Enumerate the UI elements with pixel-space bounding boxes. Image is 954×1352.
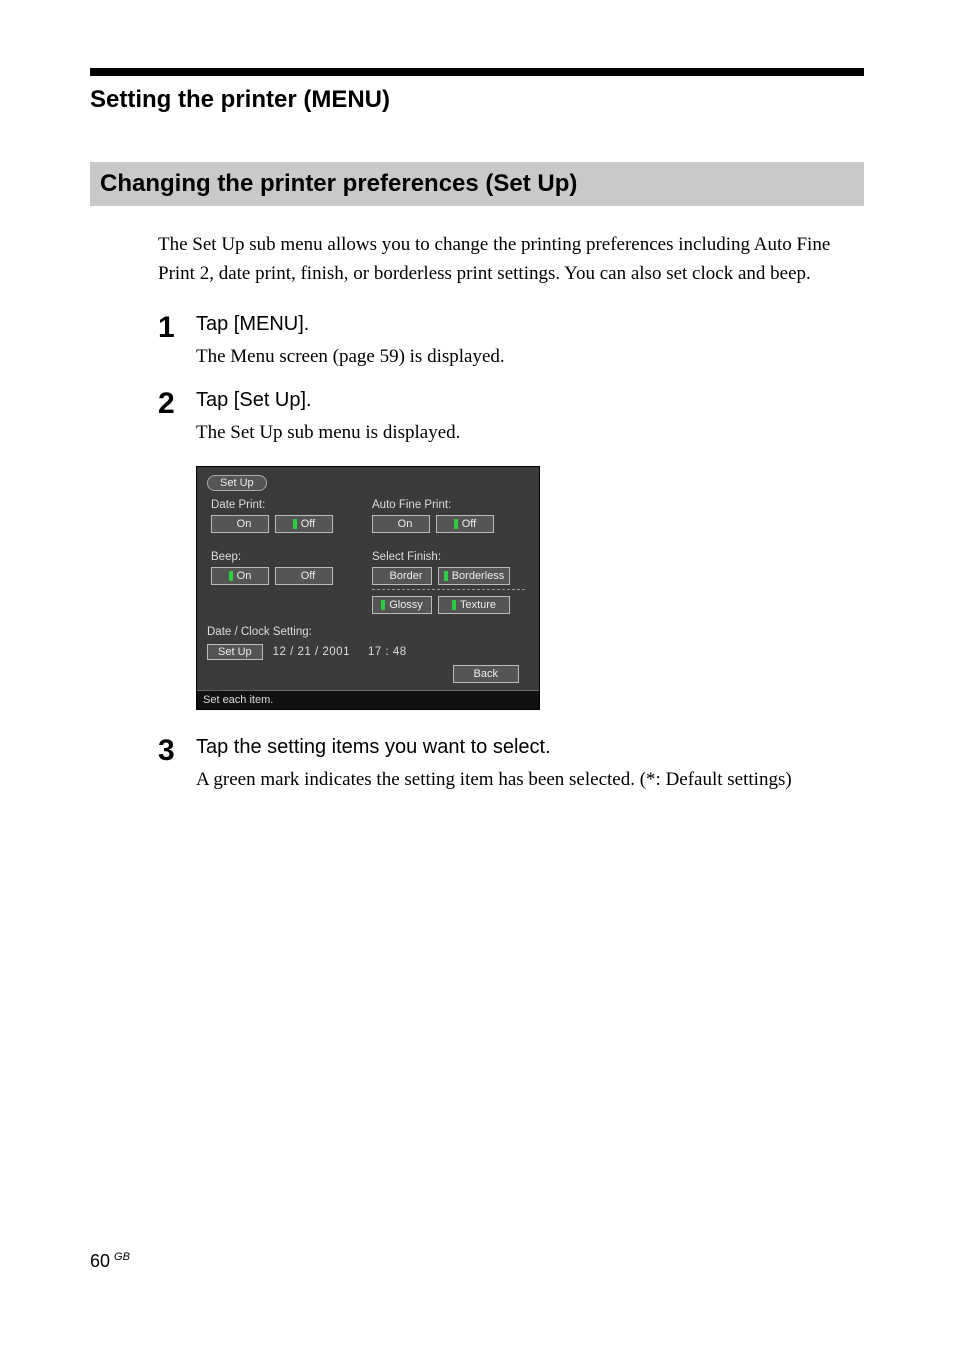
back-button[interactable]: Back	[453, 665, 519, 683]
step-title: Tap [MENU].	[196, 313, 864, 336]
setup-screen: Set Up Date Print: On Off Auto Fine Prin…	[196, 466, 540, 710]
beep-off-button[interactable]: Off	[275, 567, 333, 585]
step-desc: The Set Up sub menu is displayed.	[196, 418, 864, 447]
section-title: Changing the printer preferences (Set Up…	[100, 170, 854, 198]
auto-fine-on-button[interactable]: On	[372, 515, 430, 533]
button-label: On	[398, 518, 413, 530]
date-clock-setup-button[interactable]: Set Up	[207, 644, 263, 660]
step-number: 1	[158, 313, 196, 371]
button-label: Off	[462, 518, 476, 530]
auto-fine-off-button[interactable]: Off	[436, 515, 494, 533]
border-button[interactable]: Border	[372, 567, 432, 585]
step-desc: A green mark indicates the setting item …	[196, 765, 864, 794]
date-print-on-button[interactable]: On	[211, 515, 269, 533]
page-number: 60	[90, 1251, 110, 1271]
date-clock-label: Date / Clock Setting:	[207, 626, 529, 638]
top-rule	[90, 68, 864, 76]
step-number: 3	[158, 736, 196, 794]
button-label: Border	[389, 570, 422, 582]
beep-label: Beep:	[211, 551, 364, 563]
step-desc: The Menu screen (page 59) is displayed.	[196, 342, 864, 371]
page-footer: 60 GB	[90, 1251, 130, 1272]
section-heading-bar: Changing the printer preferences (Set Up…	[90, 162, 864, 206]
dashed-separator	[372, 589, 525, 590]
beep-on-button[interactable]: On	[211, 567, 269, 585]
step-title: Tap the setting items you want to select…	[196, 736, 864, 759]
auto-fine-print-label: Auto Fine Print:	[372, 499, 525, 511]
status-bar: Set each item.	[197, 690, 539, 709]
date-value: 12 / 21 / 2001	[273, 646, 350, 658]
button-label: On	[237, 570, 252, 582]
button-label: Glossy	[389, 599, 423, 611]
texture-button[interactable]: Texture	[438, 596, 510, 614]
setup-screen-illustration: Set Up Date Print: On Off Auto Fine Prin…	[196, 466, 864, 710]
button-label: On	[237, 518, 252, 530]
setup-tab[interactable]: Set Up	[207, 475, 267, 491]
manual-page: Setting the printer (MENU) Changing the …	[0, 0, 954, 1352]
step-title: Tap [Set Up].	[196, 389, 864, 412]
time-value: 17 : 48	[368, 646, 407, 658]
chapter-title: Setting the printer (MENU)	[90, 86, 864, 114]
step-2: 2 Tap [Set Up]. The Set Up sub menu is d…	[158, 389, 864, 447]
intro-paragraph: The Set Up sub menu allows you to change…	[158, 230, 864, 289]
button-label: Off	[301, 570, 315, 582]
step-3: 3 Tap the setting items you want to sele…	[158, 736, 864, 794]
button-label: Borderless	[452, 570, 505, 582]
glossy-button[interactable]: Glossy	[372, 596, 432, 614]
page-region: GB	[114, 1251, 130, 1263]
button-label: Texture	[460, 599, 496, 611]
button-label: Off	[301, 518, 315, 530]
borderless-button[interactable]: Borderless	[438, 567, 510, 585]
step-1: 1 Tap [MENU]. The Menu screen (page 59) …	[158, 313, 864, 371]
step-number: 2	[158, 389, 196, 447]
select-finish-label: Select Finish:	[372, 551, 525, 563]
date-print-off-button[interactable]: Off	[275, 515, 333, 533]
date-print-label: Date Print:	[211, 499, 364, 511]
